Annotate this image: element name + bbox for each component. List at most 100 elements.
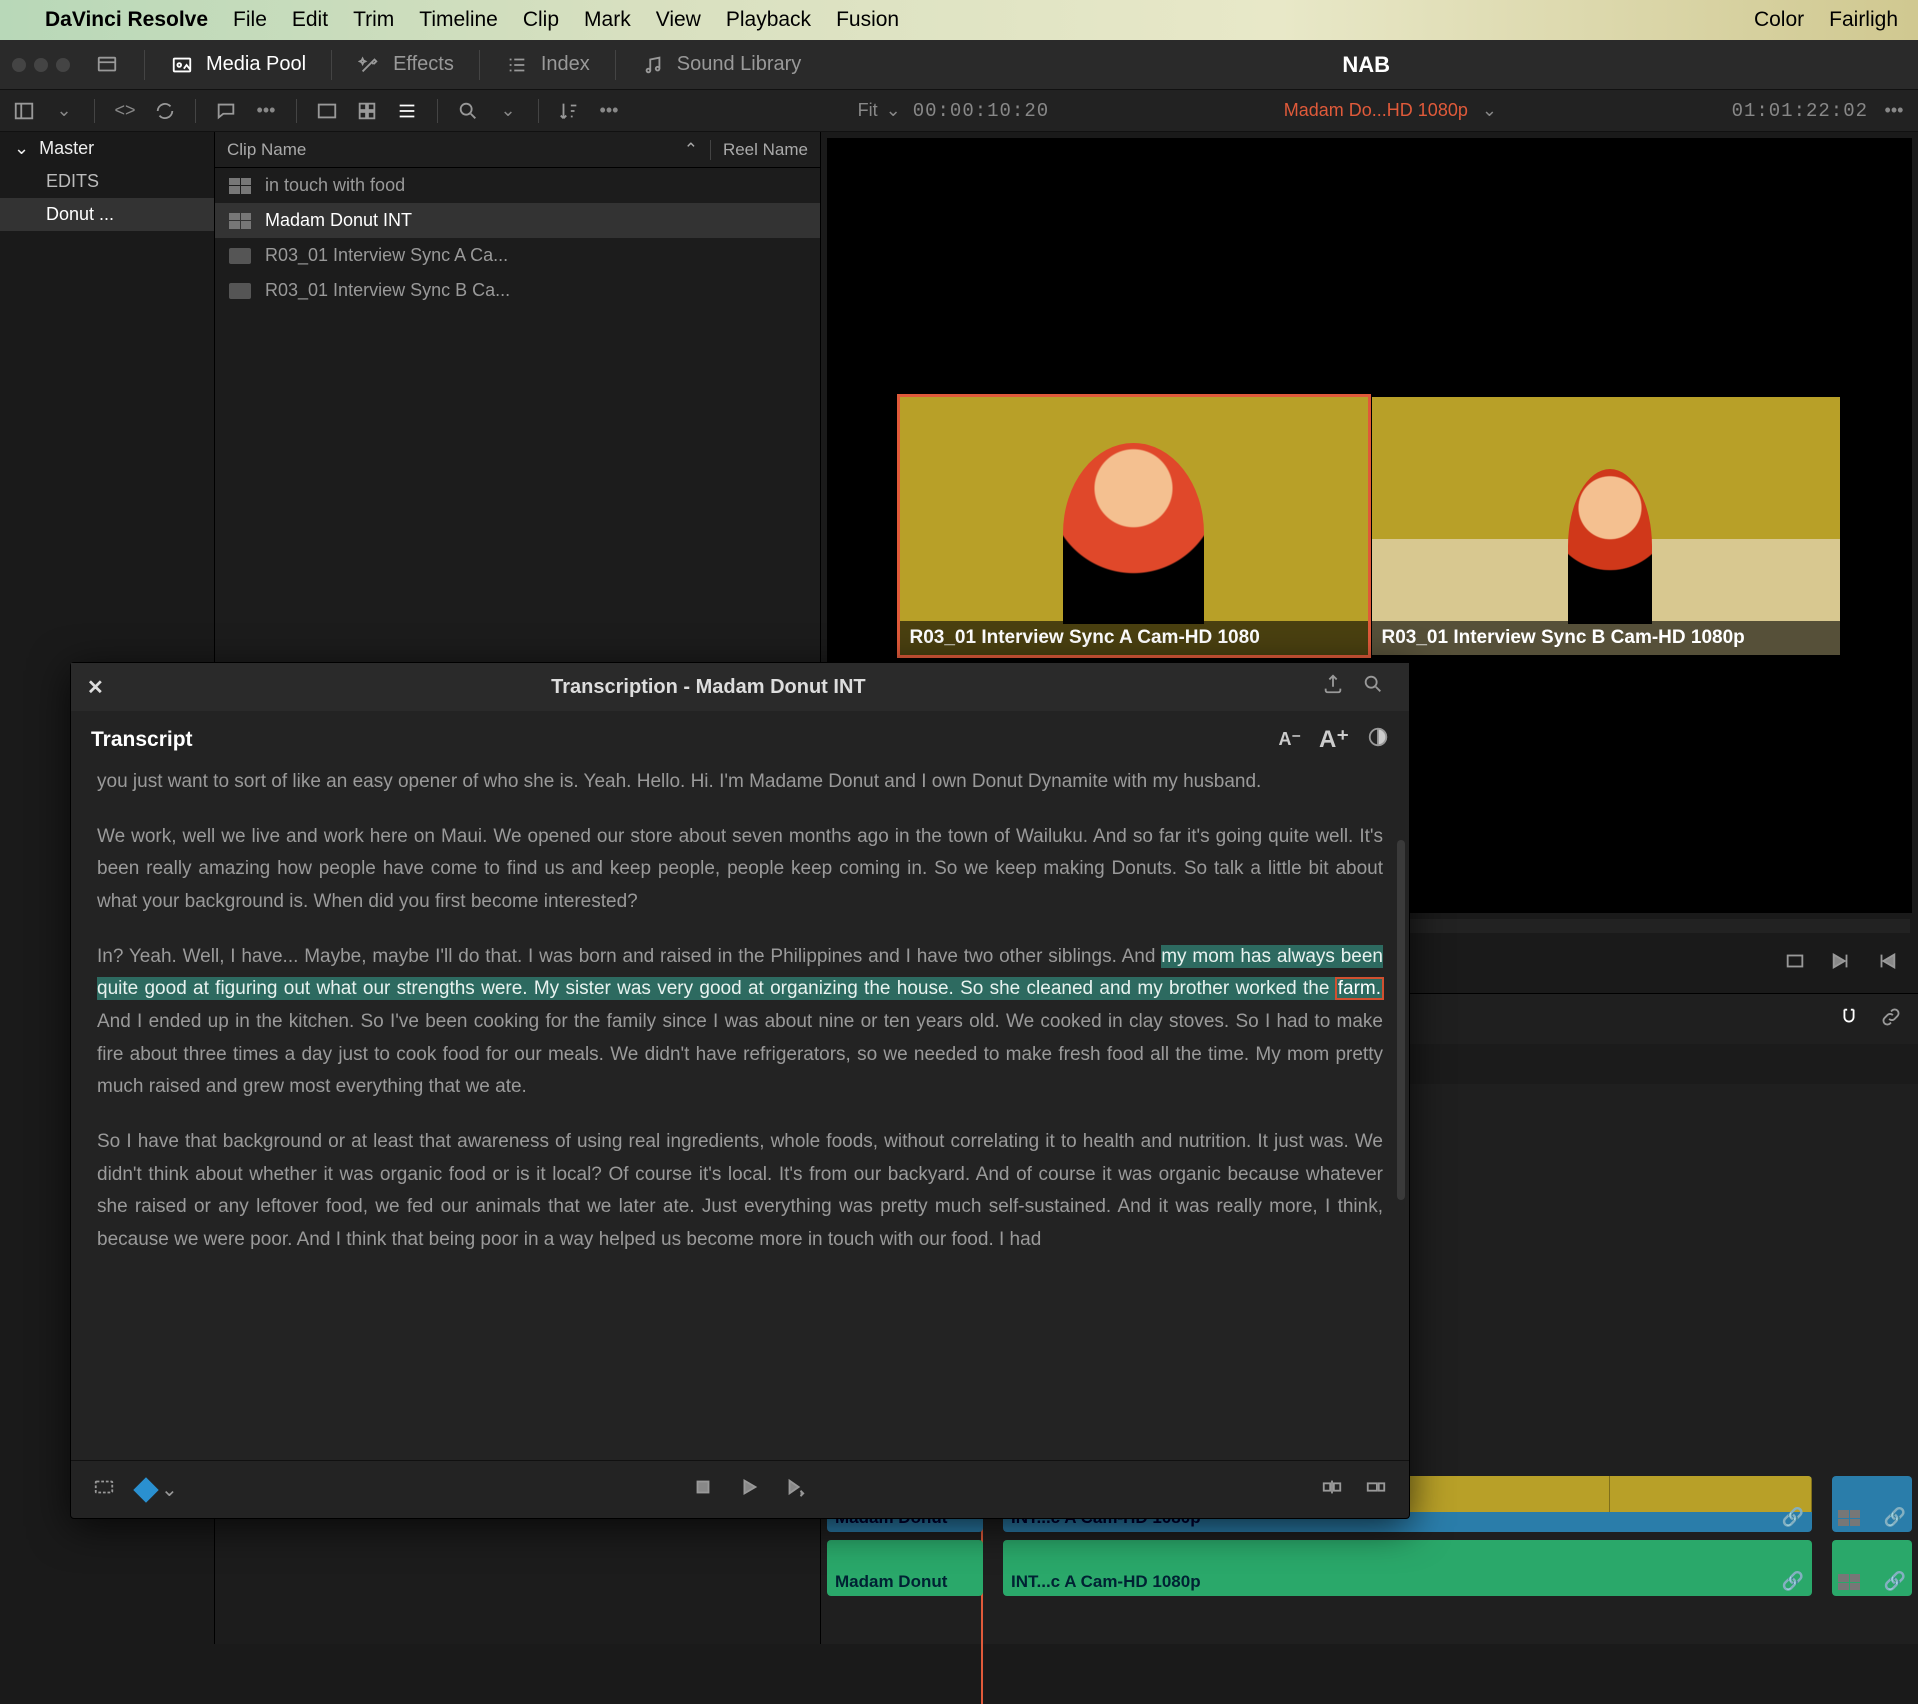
insert-edit-icon[interactable] bbox=[1321, 1476, 1343, 1504]
bin-donut[interactable]: Donut ... bbox=[0, 198, 214, 231]
secondary-toolbar: ⌄ <> ••• ⌄ ••• Fit ⌄ 00:00:10:20 Madam D… bbox=[0, 90, 1918, 132]
search-icon[interactable] bbox=[1353, 673, 1393, 701]
effects-toggle[interactable]: Effects bbox=[357, 53, 454, 77]
subclip-icon[interactable] bbox=[93, 1476, 115, 1504]
video-clip-icon bbox=[229, 283, 251, 299]
list-view-icon[interactable] bbox=[393, 97, 421, 125]
clip-row[interactable]: R03_01 Interview Sync A Ca... bbox=[215, 238, 820, 273]
menu-playback[interactable]: Playback bbox=[726, 8, 811, 32]
transcript-body[interactable]: you just want to sort of like an easy op… bbox=[71, 760, 1409, 1460]
app-name[interactable]: DaVinci Resolve bbox=[45, 8, 208, 32]
append-edit-icon[interactable] bbox=[1365, 1476, 1387, 1504]
clip-row[interactable]: R03_01 Interview Sync B Ca... bbox=[215, 273, 820, 308]
link-icon[interactable] bbox=[1880, 1006, 1902, 1033]
next-clip-icon[interactable] bbox=[1830, 950, 1852, 977]
snap-icon[interactable] bbox=[1838, 1006, 1860, 1033]
refresh-icon[interactable] bbox=[151, 97, 179, 125]
transcript-paragraph[interactable]: In? Yeah. Well, I have... Maybe, maybe I… bbox=[97, 941, 1383, 1104]
macos-menubar: DaVinci Resolve File Edit Trim Timeline … bbox=[0, 0, 1918, 40]
angle-label: R03_01 Interview Sync B Cam-HD 1080p bbox=[1372, 621, 1840, 655]
font-increase-icon[interactable]: A⁺ bbox=[1319, 725, 1349, 754]
multicam-icon bbox=[1838, 1574, 1860, 1590]
timeline-audio-clip[interactable]: Madam Donut bbox=[827, 1540, 983, 1596]
timeline-clip[interactable]: 🔗 bbox=[1832, 1476, 1912, 1532]
window-toolbar: Media Pool Effects Index Sound Library N… bbox=[0, 40, 1918, 90]
viewer-zoom-dropdown[interactable]: Fit ⌄ bbox=[858, 100, 901, 121]
bin-edits[interactable]: EDITS bbox=[0, 165, 214, 198]
more-options-icon[interactable]: ••• bbox=[595, 97, 623, 125]
menu-fusion[interactable]: Fusion bbox=[836, 8, 899, 32]
chevron-down-icon[interactable]: ⌄ bbox=[1482, 100, 1497, 121]
person-icon bbox=[1568, 469, 1652, 624]
transcript-heading: Transcript bbox=[91, 728, 193, 752]
clip-row[interactable]: in touch with food bbox=[215, 168, 820, 203]
scrollbar[interactable] bbox=[1397, 840, 1405, 1200]
viewer-options-icon[interactable]: ••• bbox=[1880, 97, 1908, 125]
stop-icon[interactable] bbox=[692, 1476, 714, 1504]
menu-view[interactable]: View bbox=[656, 8, 701, 32]
nav-arrows-icon[interactable]: <> bbox=[111, 97, 139, 125]
menu-clip[interactable]: Clip bbox=[523, 8, 559, 32]
play-around-icon[interactable] bbox=[784, 1476, 806, 1504]
prev-edit-icon[interactable] bbox=[1876, 950, 1898, 977]
viewer-clip-title[interactable]: Madam Do...HD 1080p bbox=[1284, 100, 1468, 121]
source-timecode[interactable]: 00:00:10:20 bbox=[913, 100, 1049, 122]
sound-library-toggle[interactable]: Sound Library bbox=[641, 53, 802, 77]
menu-file[interactable]: File bbox=[233, 8, 267, 32]
chevron-down-icon: ⌄ bbox=[14, 138, 29, 159]
chevron-down-icon: ⌄ bbox=[886, 100, 901, 121]
sort-icon[interactable] bbox=[555, 97, 583, 125]
search-icon[interactable] bbox=[454, 97, 482, 125]
window-controls[interactable] bbox=[12, 58, 70, 72]
record-timecode[interactable]: 01:01:22:02 bbox=[1732, 100, 1868, 122]
chevron-down-icon[interactable]: ⌄ bbox=[50, 97, 78, 125]
transcript-cursor-word[interactable]: farm. bbox=[1336, 978, 1383, 999]
comment-icon[interactable] bbox=[212, 97, 240, 125]
index-toggle[interactable]: Index bbox=[505, 53, 590, 77]
menu-mark[interactable]: Mark bbox=[584, 8, 631, 32]
contrast-icon[interactable] bbox=[1367, 726, 1389, 753]
clip-row[interactable]: Madam Donut INT bbox=[215, 203, 820, 238]
close-icon[interactable]: ✕ bbox=[87, 675, 104, 700]
transcript-paragraph[interactable]: So I have that background or at least th… bbox=[97, 1126, 1383, 1257]
multicam-angle-a[interactable]: R03_01 Interview Sync A Cam-HD 1080 bbox=[900, 397, 1368, 655]
match-frame-icon[interactable] bbox=[1784, 950, 1806, 977]
chevron-down-icon[interactable]: ⌄ bbox=[494, 97, 522, 125]
panel-title: Transcription - Madam Donut INT bbox=[104, 676, 1313, 699]
multicam-angle-b[interactable]: R03_01 Interview Sync B Cam-HD 1080p bbox=[1372, 397, 1840, 655]
marker-icon bbox=[133, 1477, 158, 1502]
menu-color[interactable]: Color bbox=[1754, 8, 1804, 32]
sound-library-icon bbox=[641, 53, 665, 77]
minimize-window-icon[interactable] bbox=[34, 58, 48, 72]
sort-asc-icon[interactable]: ⌃ bbox=[684, 140, 698, 160]
panel-layout-icon[interactable] bbox=[10, 97, 38, 125]
video-clip-icon bbox=[229, 248, 251, 264]
menu-edit[interactable]: Edit bbox=[292, 8, 328, 32]
transcript-paragraph[interactable]: We work, well we live and work here on M… bbox=[97, 821, 1383, 919]
timeline-audio-clip[interactable]: INT...c A Cam-HD 1080p 🔗 bbox=[1003, 1540, 1812, 1596]
media-pool-icon bbox=[170, 53, 194, 77]
menu-timeline[interactable]: Timeline bbox=[419, 8, 498, 32]
zoom-window-icon[interactable] bbox=[56, 58, 70, 72]
font-decrease-icon[interactable]: A⁻ bbox=[1279, 729, 1302, 750]
project-name: NAB bbox=[1342, 52, 1390, 78]
clip-list-header[interactable]: Clip Name ⌃ Reel Name bbox=[215, 132, 820, 168]
angle-label: R03_01 Interview Sync A Cam-HD 1080 bbox=[900, 621, 1368, 655]
multicam-icon bbox=[229, 178, 251, 194]
marker-dropdown[interactable]: ⌄ bbox=[137, 1477, 178, 1502]
more-icon[interactable]: ••• bbox=[252, 97, 280, 125]
play-icon[interactable] bbox=[738, 1476, 760, 1504]
transcript-paragraph[interactable]: you just want to sort of like an easy op… bbox=[97, 766, 1383, 799]
multicam-icon bbox=[1838, 1510, 1860, 1526]
link-icon: 🔗 bbox=[1782, 1571, 1804, 1592]
menu-trim[interactable]: Trim bbox=[353, 8, 394, 32]
close-window-icon[interactable] bbox=[12, 58, 26, 72]
menu-fairlight[interactable]: Fairligh bbox=[1829, 8, 1898, 32]
grid-view-icon[interactable] bbox=[353, 97, 381, 125]
export-icon[interactable] bbox=[1313, 673, 1353, 701]
thumbnail-view-icon[interactable] bbox=[313, 97, 341, 125]
timeline-audio-clip[interactable]: 🔗 bbox=[1832, 1540, 1912, 1596]
workspace-icon[interactable] bbox=[95, 53, 119, 77]
media-pool-toggle[interactable]: Media Pool bbox=[170, 53, 306, 77]
bin-master[interactable]: ⌄ Master bbox=[0, 132, 214, 165]
